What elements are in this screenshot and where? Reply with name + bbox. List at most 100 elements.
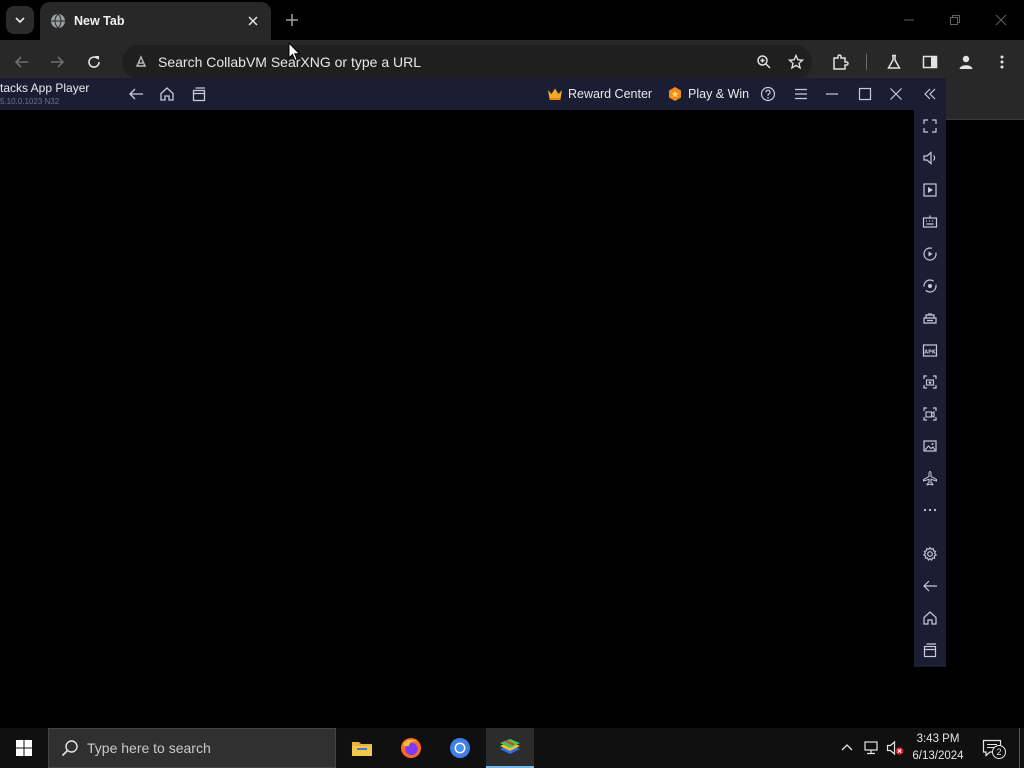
folder-icon: [352, 742, 372, 756]
close-window-button[interactable]: [978, 0, 1024, 40]
restore-button[interactable]: [932, 0, 978, 40]
sidebar-airplane-mode[interactable]: [918, 466, 942, 490]
network-icon: [864, 741, 878, 755]
sidebar-fullscreen[interactable]: [918, 114, 942, 138]
help-icon: [760, 86, 776, 102]
bluestacks-sidebar: APK: [914, 110, 946, 667]
help-button[interactable]: [754, 82, 782, 106]
sidebar-screenshot[interactable]: [918, 370, 942, 394]
address-bar[interactable]: Search CollabVM SearXNG or type a URL: [122, 45, 812, 79]
sidebar-gallery[interactable]: [918, 434, 942, 458]
volume-icon: [923, 151, 936, 165]
profile-button[interactable]: [954, 50, 978, 74]
sidebar-game-controls[interactable]: [918, 306, 942, 330]
bluestacks-titlebar[interactable]: tacks App Player 5.10.0.1023 N32 Reward …: [0, 78, 946, 110]
new-tab-button[interactable]: [280, 8, 304, 32]
sidebar-sync[interactable]: [918, 274, 942, 298]
taskbar-app-firefox[interactable]: [387, 728, 435, 768]
sidebar-volume[interactable]: [918, 146, 942, 170]
bs-close-button[interactable]: [882, 82, 910, 106]
sidebar-screen-record[interactable]: [918, 402, 942, 426]
show-desktop-button[interactable]: [1019, 728, 1020, 768]
chrome-menu-button[interactable]: [990, 50, 1014, 74]
notification-count-badge: 2: [992, 745, 1006, 759]
sidebar-recent-apps[interactable]: [918, 638, 942, 662]
back-button[interactable]: [10, 50, 34, 74]
home-icon: [160, 87, 174, 101]
profile-icon: [959, 55, 973, 69]
camera-icon: [923, 375, 937, 389]
sidebar-install-apk[interactable]: APK: [918, 338, 942, 362]
double-chevron-left-icon: [924, 88, 936, 100]
gear-icon: [922, 546, 938, 562]
tab-search-button[interactable]: [6, 6, 34, 34]
more-vertical-icon: [1000, 55, 1004, 69]
keyboard-icon: [922, 215, 938, 228]
browser-content-edge: [946, 84, 1024, 120]
recent-apps-icon: [192, 87, 206, 102]
tab-title: New Tab: [74, 14, 125, 28]
bs-maximize-button[interactable]: [851, 82, 879, 106]
bs-recent-apps-button[interactable]: [188, 84, 210, 104]
sidebar-home[interactable]: [918, 606, 942, 630]
reward-center-label: Reward Center: [568, 87, 653, 101]
sidebar-media-manager[interactable]: [918, 178, 942, 202]
video-record-icon: [923, 407, 937, 421]
clock-time: 3:43 PM: [916, 733, 960, 745]
apk-icon: APK: [922, 344, 938, 357]
puzzle-icon: [833, 54, 849, 70]
maximize-icon: [858, 87, 872, 101]
tab-new-tab[interactable]: New Tab: [40, 2, 271, 40]
hamburger-icon: [795, 88, 807, 100]
taskbar-app-file-explorer[interactable]: [338, 728, 386, 768]
side-panel-button[interactable]: [918, 50, 942, 74]
bs-minimize-button[interactable]: [818, 82, 846, 106]
bs-menu-button[interactable]: [787, 82, 815, 106]
browser-tabstrip: New Tab: [0, 0, 1024, 40]
bluestacks-title: tacks App Player: [0, 81, 90, 95]
taskbar-search-box[interactable]: Type here to search: [48, 728, 336, 768]
search-engine-icon: [122, 45, 152, 79]
extensions-button[interactable]: [828, 50, 852, 74]
play-win-button[interactable]: Play & Win: [667, 82, 749, 106]
media-manager-icon: [923, 183, 937, 197]
arrow-right-icon: [51, 56, 65, 68]
android-screen[interactable]: [0, 110, 914, 667]
tray-network[interactable]: [861, 738, 881, 758]
taskbar-app-bluestacks[interactable]: [486, 728, 534, 768]
bs-back-button[interactable]: [125, 84, 147, 104]
action-center-button[interactable]: 2: [980, 736, 1006, 760]
chevron-up-icon: [841, 744, 853, 751]
sidebar-more[interactable]: [918, 498, 942, 522]
zoom-button[interactable]: [748, 45, 780, 79]
bookmark-button[interactable]: [780, 45, 812, 79]
game-controls-icon: [923, 313, 937, 324]
recent-apps-icon: [923, 643, 937, 658]
forward-button[interactable]: [45, 50, 69, 74]
sidebar-macro-recorder[interactable]: [918, 242, 942, 266]
firefox-icon: [401, 738, 421, 758]
start-button[interactable]: [0, 728, 48, 768]
reward-center-button[interactable]: Reward Center: [547, 82, 652, 106]
taskbar-clock[interactable]: 3:43 PM 6/13/2024: [906, 731, 970, 765]
sidebar-settings[interactable]: [918, 542, 942, 566]
arrow-left-icon: [923, 580, 937, 592]
bs-home-button[interactable]: [156, 84, 178, 104]
tray-volume[interactable]: [885, 738, 905, 758]
collapse-sidebar-button[interactable]: [916, 82, 944, 106]
labs-button[interactable]: [882, 50, 906, 74]
zoom-icon: [757, 55, 771, 69]
reload-icon: [88, 56, 100, 68]
sidebar-back[interactable]: [918, 574, 942, 598]
taskbar-app-chrome[interactable]: [436, 728, 484, 768]
volume-muted-icon: [886, 740, 904, 756]
search-icon: [61, 740, 78, 757]
sidebar-keyboard-controls[interactable]: [918, 210, 942, 234]
reload-button[interactable]: [82, 50, 106, 74]
svg-text:APK: APK: [924, 350, 937, 356]
minimize-button[interactable]: [886, 0, 932, 40]
tray-overflow-button[interactable]: [837, 738, 857, 758]
close-tab-button[interactable]: [245, 13, 261, 29]
chevron-down-icon: [15, 17, 25, 24]
macro-icon: [923, 247, 937, 261]
